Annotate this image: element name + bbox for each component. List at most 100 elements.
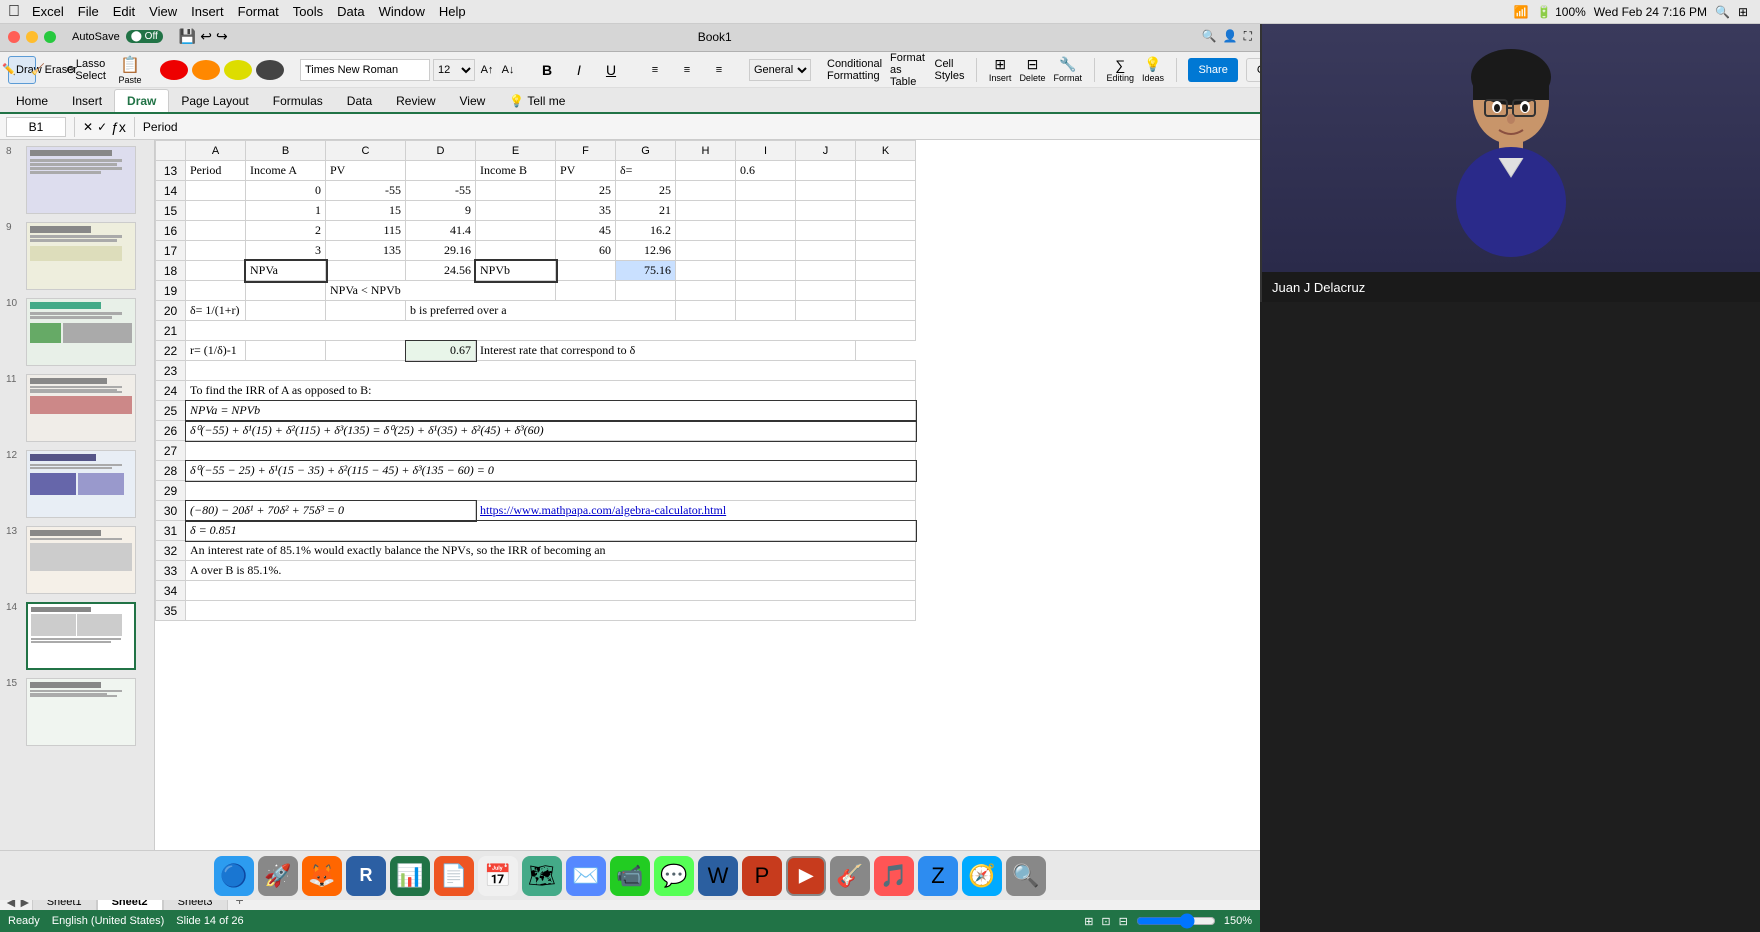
cell-f16[interactable]: 45	[556, 221, 616, 241]
cell-a19[interactable]	[186, 281, 246, 301]
cell-a18[interactable]	[186, 261, 246, 281]
tab-draw[interactable]: Draw	[114, 89, 169, 112]
cell-a23[interactable]	[186, 361, 916, 381]
cell-d20[interactable]: b is preferred over a	[406, 301, 676, 321]
cell-d13[interactable]	[406, 161, 476, 181]
slide-thumb-8[interactable]: 8	[4, 144, 150, 216]
cell-a31[interactable]: δ = 0.851	[186, 521, 916, 541]
cell-a28[interactable]: δ⁰(−55 − 25) + δ¹(15 − 35) + δ²(115 − 45…	[186, 461, 916, 481]
tab-view[interactable]: View	[448, 90, 498, 112]
cell-g18[interactable]: 75.16	[616, 261, 676, 281]
pen-color-red[interactable]	[160, 60, 188, 80]
format-table-label[interactable]: Format as Table	[890, 52, 926, 88]
slide-thumb-10[interactable]: 10	[4, 296, 150, 368]
cell-h17[interactable]	[676, 241, 736, 261]
cell-e13[interactable]: Income B	[476, 161, 556, 181]
tab-insert[interactable]: Insert	[60, 90, 114, 112]
cell-d22[interactable]: 0.67	[406, 341, 476, 361]
italic-button[interactable]: I	[565, 56, 593, 84]
cell-h19[interactable]	[676, 281, 736, 301]
lasso-tool-button[interactable]: ⊙ Lasso Select	[72, 56, 100, 84]
cell-g13[interactable]: δ=	[616, 161, 676, 181]
font-decrease-button[interactable]: A↓	[499, 60, 517, 80]
cell-a27[interactable]	[186, 441, 916, 461]
dock-ppt-active[interactable]: ▶	[786, 856, 826, 896]
cell-h20[interactable]	[676, 301, 736, 321]
menu-window[interactable]: Window	[379, 4, 425, 19]
pen-color-dark[interactable]	[256, 60, 284, 80]
cell-i20[interactable]	[736, 301, 796, 321]
fullscreen-button[interactable]	[44, 31, 56, 43]
dock-zoom[interactable]: Z	[918, 856, 958, 896]
share-button[interactable]: Share	[1188, 58, 1237, 82]
dock-mail[interactable]: ✉️	[566, 856, 606, 896]
cell-j13[interactable]	[796, 161, 856, 181]
cell-h15[interactable]	[676, 201, 736, 221]
cell-g17[interactable]: 12.96	[616, 241, 676, 261]
cell-g14[interactable]: 25	[616, 181, 676, 201]
cell-b13[interactable]: Income A	[246, 161, 326, 181]
editing-group[interactable]: ∑ Editing	[1106, 57, 1134, 83]
cell-b18[interactable]: NPVa	[246, 261, 326, 281]
resize-icon[interactable]: ⛶	[1244, 29, 1252, 44]
cell-e18[interactable]: NPVb	[476, 261, 556, 281]
cell-i16[interactable]	[736, 221, 796, 241]
cell-g16[interactable]: 16.2	[616, 221, 676, 241]
underline-button[interactable]: U	[597, 56, 625, 84]
view-reading-icon[interactable]: ⊟	[1119, 915, 1128, 928]
dock-instruments[interactable]: 🎸	[830, 856, 870, 896]
cell-h13[interactable]	[676, 161, 736, 181]
dock-music[interactable]: 🎵	[874, 856, 914, 896]
tab-tell-me[interactable]: 💡 Tell me	[497, 90, 577, 112]
cell-c22[interactable]	[326, 341, 406, 361]
col-header-j[interactable]: J	[796, 141, 856, 161]
number-format-select[interactable]: General Number	[749, 59, 811, 81]
tab-home[interactable]: Home	[4, 90, 60, 112]
paste-button[interactable]: 📋 Paste	[116, 54, 144, 86]
delete-group[interactable]: ⊟ Delete	[1019, 56, 1045, 83]
cell-a34[interactable]	[186, 581, 916, 601]
cell-i17[interactable]	[736, 241, 796, 261]
col-header-d[interactable]: D	[406, 141, 476, 161]
cell-i13[interactable]: 0.6	[736, 161, 796, 181]
cell-i18[interactable]	[736, 261, 796, 281]
menu-excel[interactable]: Excel	[32, 4, 64, 19]
cell-j15[interactable]	[796, 201, 856, 221]
cell-c20[interactable]	[326, 301, 406, 321]
cell-c13[interactable]: PV	[326, 161, 406, 181]
cell-reference-input[interactable]	[6, 117, 66, 137]
cell-e17[interactable]	[476, 241, 556, 261]
dock-launchpad[interactable]: 🚀	[258, 856, 298, 896]
undo-icon[interactable]: ↩	[200, 28, 212, 45]
cell-a13[interactable]: Period	[186, 161, 246, 181]
cell-h18[interactable]	[676, 261, 736, 281]
tab-formulas[interactable]: Formulas	[261, 90, 335, 112]
cell-k19[interactable]	[856, 281, 916, 301]
slide-thumb-14[interactable]: 14	[4, 600, 150, 672]
formula-cancel-icon[interactable]: ✕	[83, 120, 93, 134]
col-header-h[interactable]: H	[676, 141, 736, 161]
save-icon[interactable]: 💾	[179, 28, 196, 45]
cell-d14[interactable]: -55	[406, 181, 476, 201]
cell-j17[interactable]	[796, 241, 856, 261]
col-header-b[interactable]: B	[246, 141, 326, 161]
dock-r[interactable]: R	[346, 856, 386, 896]
cell-e30[interactable]: https://www.mathpapa.com/algebra-calcula…	[476, 501, 916, 521]
cell-c14[interactable]: -55	[326, 181, 406, 201]
cell-a16[interactable]	[186, 221, 246, 241]
cell-e22[interactable]: Interest rate that correspond to δ	[476, 341, 856, 361]
cell-c19[interactable]: NPVa < NPVb	[326, 281, 556, 301]
cell-e14[interactable]	[476, 181, 556, 201]
zoom-slider[interactable]	[1136, 913, 1216, 929]
cell-a26[interactable]: δ⁰(−55) + δ¹(15) + δ²(115) + δ³(135) = δ…	[186, 421, 916, 441]
cell-styles-label[interactable]: Cell Styles	[935, 58, 965, 82]
dock-maps[interactable]: 🗺	[522, 856, 562, 896]
cell-i15[interactable]	[736, 201, 796, 221]
menu-file[interactable]: File	[78, 4, 99, 19]
cell-a25[interactable]: NPVa = NPVb	[186, 401, 916, 421]
font-name-input[interactable]	[300, 59, 430, 81]
cell-a14[interactable]	[186, 181, 246, 201]
dock-finder[interactable]: 🔵	[214, 856, 254, 896]
eraser-tool-button[interactable]: 🧹 Eraser	[40, 56, 68, 84]
cell-a21[interactable]	[186, 321, 916, 341]
